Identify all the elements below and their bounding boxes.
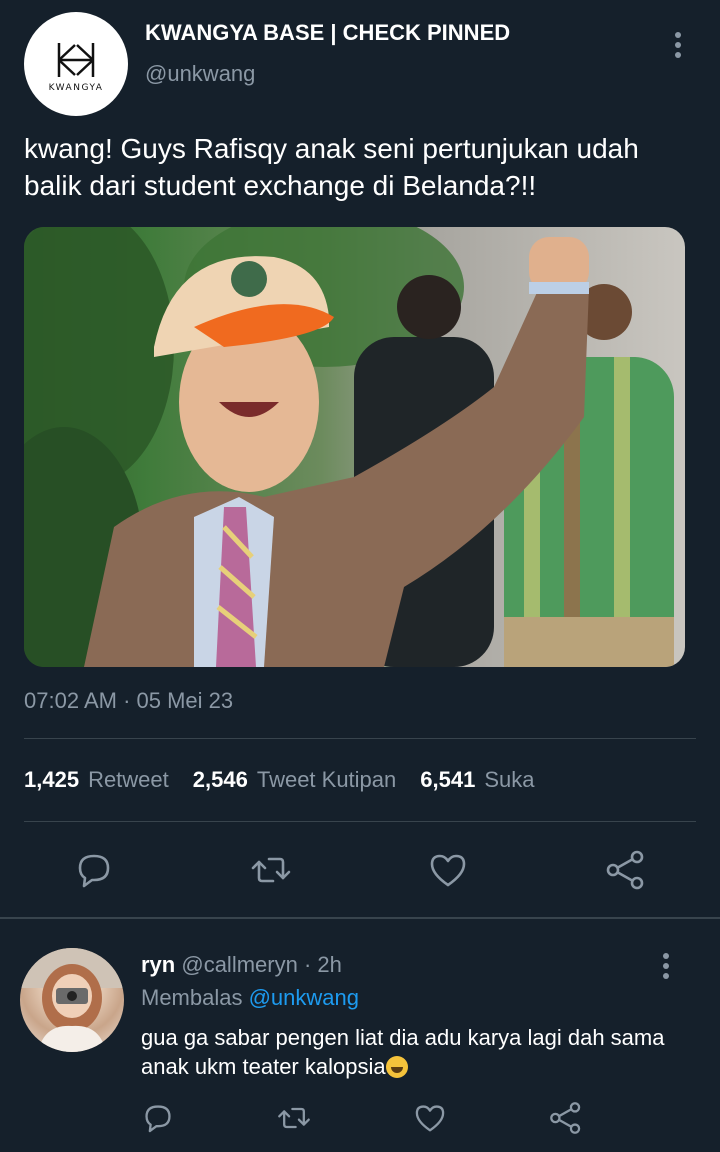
retweet-count[interactable]: 1,425 <box>24 767 79 793</box>
divider <box>24 738 696 739</box>
share-icon <box>606 850 644 890</box>
reply-like-button[interactable] <box>412 1100 448 1136</box>
section-separator <box>0 917 720 919</box>
tweet-action-bar <box>0 848 720 892</box>
reply-reply-button[interactable] <box>140 1100 176 1136</box>
author-avatar[interactable]: KWANGYA <box>24 12 128 116</box>
reply-retweet-button[interactable] <box>276 1100 312 1136</box>
author-display-name[interactable]: KWANGYA BASE | CHECK PINNED <box>145 20 510 46</box>
tweet-text: kwang! Guys Rafisqy anak seni pertunjuka… <box>24 133 639 201</box>
like-button[interactable] <box>426 848 470 892</box>
more-options-icon[interactable] <box>670 30 686 60</box>
share-button[interactable] <box>604 848 648 892</box>
reply-icon <box>145 1105 171 1133</box>
kwangya-logo-icon <box>57 43 95 77</box>
reply-icon <box>78 854 110 888</box>
tweet-stats: 1,425 Retweet 2,546 Tweet Kutipan 6,541 … <box>24 767 559 793</box>
tweet-timestamp: 07:02 AM · 05 Mei 23 <box>24 688 234 713</box>
replying-to-mention[interactable]: @unkwang <box>249 985 359 1010</box>
reply-author-avatar[interactable] <box>20 948 124 1052</box>
replying-prefix: Membalas <box>141 985 249 1010</box>
like-icon <box>415 1105 445 1132</box>
reply-header: ryn @callmeryn · 2h <box>141 952 342 978</box>
reply-share-button[interactable] <box>548 1100 584 1136</box>
share-icon <box>550 1102 581 1134</box>
like-count[interactable]: 6,541 <box>420 767 475 793</box>
retweet-icon <box>278 1107 310 1129</box>
replying-to: Membalas @unkwang <box>141 985 359 1011</box>
avatar-photo <box>20 948 124 1052</box>
retweet-icon <box>251 857 291 883</box>
avatar-wordmark: KWANGYA <box>48 83 104 93</box>
retweet-button[interactable] <box>249 848 293 892</box>
like-label[interactable]: Suka <box>484 767 534 793</box>
reply-action-bar <box>0 1100 720 1140</box>
laughing-emoji-icon <box>385 1056 408 1078</box>
reply-more-options-icon[interactable] <box>658 952 674 980</box>
divider <box>24 821 696 822</box>
tweet-photo[interactable] <box>24 227 685 667</box>
quote-label[interactable]: Tweet Kutipan <box>257 767 396 793</box>
reply-text-container: gua ga sabar pengen liat dia adu karya l… <box>141 1023 701 1081</box>
like-icon <box>430 854 466 887</box>
reply-author-name[interactable]: ryn <box>141 952 175 977</box>
retweet-label[interactable]: Retweet <box>88 767 169 793</box>
quote-count[interactable]: 2,546 <box>193 767 248 793</box>
reply-handle-time[interactable]: @callmeryn · 2h <box>175 952 342 977</box>
author-handle[interactable]: @unkwang <box>145 61 255 87</box>
reply-button[interactable] <box>72 848 116 892</box>
photo-illustration <box>24 227 674 667</box>
tweet-detail-page: KWANGYA KWANGYA BASE | CHECK PINNED @unk… <box>0 0 720 1152</box>
